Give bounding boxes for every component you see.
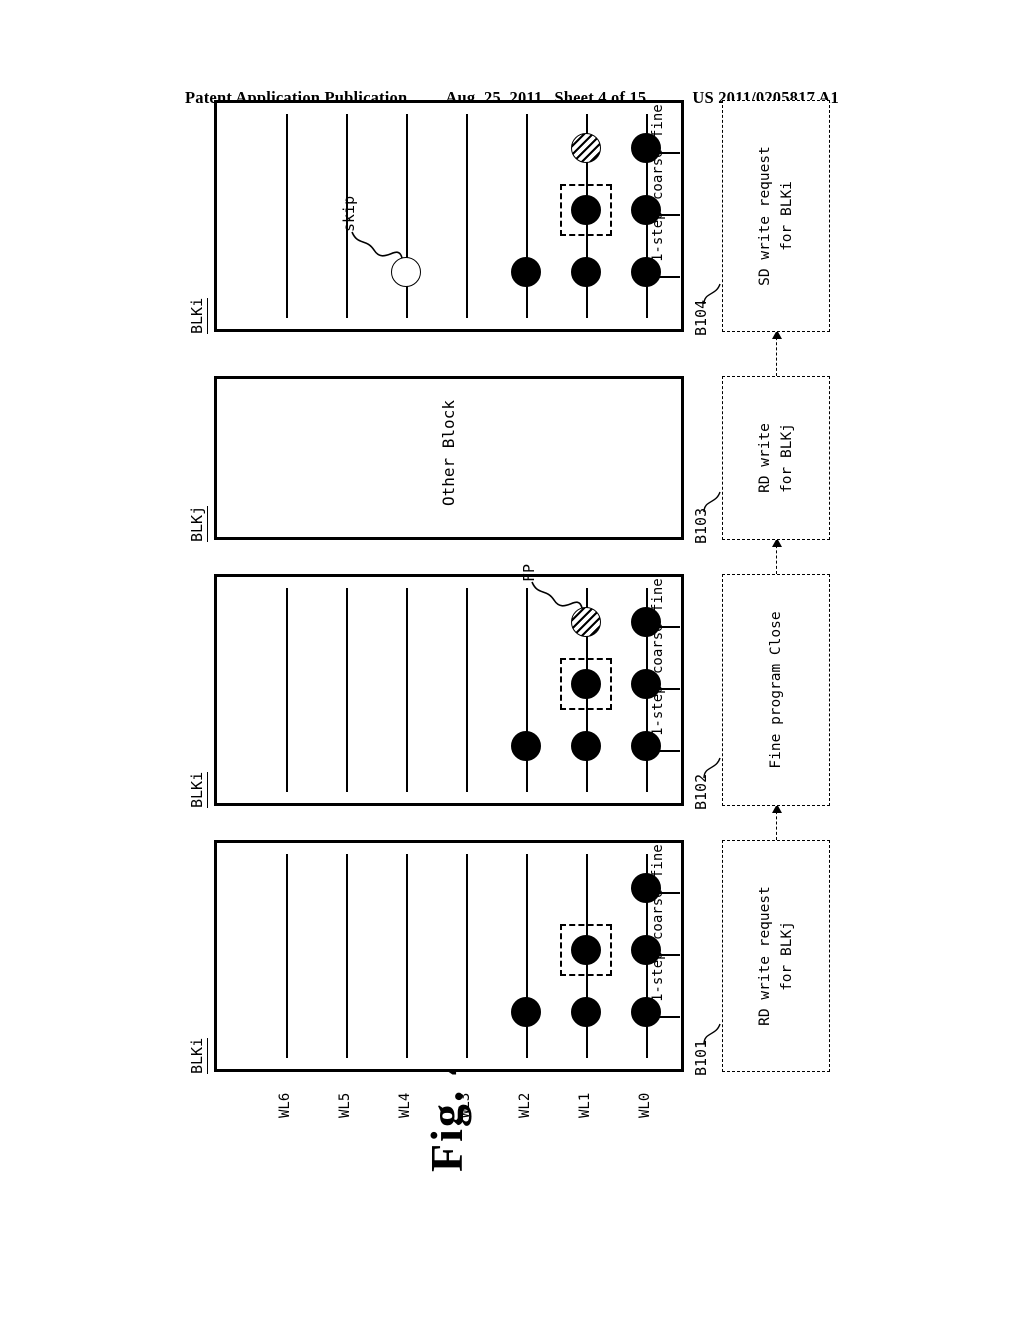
flow-box-line: RD write request xyxy=(756,886,773,1026)
block-label-1: BLKi xyxy=(188,1037,208,1074)
block-label-3: BLKj xyxy=(188,505,208,542)
figure-canvas: Fig. 4 BLKi 1-step coarse fine BLKi 1-step coa… xyxy=(162,100,862,1190)
wordline-wl4 xyxy=(406,854,408,1058)
wordline-wl5 xyxy=(346,588,348,792)
other-block-text: Other Block xyxy=(439,400,458,506)
flow-reference-leader xyxy=(703,1023,721,1045)
wordline-wl3 xyxy=(466,114,468,318)
wordline-wl3 xyxy=(466,588,468,792)
cell-dot-wl0-1step xyxy=(631,731,661,761)
wordline-wl3 xyxy=(466,854,468,1058)
cell-dot-wl1-coarse xyxy=(571,935,601,965)
wl-tick-wl2: WL2 xyxy=(517,1092,533,1118)
wl-tick-wl6: WL6 xyxy=(277,1092,293,1118)
figure-4: Fig. 4 BLKi 1-step coarse fine BLKi 1-step coa… xyxy=(162,100,862,1190)
stage-label-fine: fine xyxy=(650,844,666,878)
flow-box-b104: SD write request for BLKi xyxy=(722,100,830,332)
cell-dot-wl2-1step xyxy=(511,997,541,1027)
flow-box-b101: RD write request for BLKj xyxy=(722,840,830,1072)
cell-dot-wl0-1step xyxy=(631,257,661,287)
wordline-wl6 xyxy=(286,854,288,1058)
flow-box-line: for BLKj xyxy=(779,921,795,991)
stage-label-fine: fine xyxy=(650,578,666,612)
flow-box-b102: Fine program Close xyxy=(722,574,830,806)
wl-tick-wl4: WL4 xyxy=(397,1092,413,1118)
cell-dot-wl1-1step xyxy=(571,257,601,287)
cell-dot-wl0-fine xyxy=(631,607,661,637)
flow-box-line: for BLKi xyxy=(779,181,795,251)
cell-dot-wl0-coarse xyxy=(631,935,661,965)
cell-dot-wl0-coarse xyxy=(631,195,661,225)
wordline-wl4 xyxy=(406,588,408,792)
cell-dot-wl1-1step xyxy=(571,731,601,761)
cell-dot-wl0-1step xyxy=(631,997,661,1027)
callout-label-skip: skip xyxy=(340,195,358,232)
flow-box-line: Fine program Close xyxy=(767,611,784,769)
wl-tick-wl0: WL0 xyxy=(637,1092,653,1118)
flow-box-line: SD write request xyxy=(756,146,773,286)
flow-box-line: for BLKj xyxy=(779,423,795,493)
cell-dot-wl1-coarse xyxy=(571,669,601,699)
wl-tick-wl5: WL5 xyxy=(337,1092,353,1118)
callout-label-fp: FP xyxy=(520,563,538,582)
block-label-4: BLKi xyxy=(188,297,208,334)
flow-reference-leader xyxy=(703,491,721,513)
wl-tick-wl1: WL1 xyxy=(577,1092,593,1118)
block-panel-blki-1 xyxy=(214,840,684,1072)
flow-box-line: RD write xyxy=(756,423,773,493)
flow-connector xyxy=(772,804,782,840)
cell-dot-wl2-1step xyxy=(511,257,541,287)
flow-connector xyxy=(772,330,782,376)
flow-box-b103: RD write for BLKj xyxy=(722,376,830,540)
wordline-wl5 xyxy=(346,854,348,1058)
wordline-wl6 xyxy=(286,114,288,318)
flow-reference-leader xyxy=(703,283,721,305)
cell-dot-wl2-1step xyxy=(511,731,541,761)
wordline-wl2 xyxy=(526,114,528,318)
stage-label-fine: fine xyxy=(650,104,666,138)
flow-connector xyxy=(772,538,782,574)
flow-reference-leader xyxy=(703,757,721,779)
cell-dot-wl0-coarse xyxy=(631,669,661,699)
block-label-2: BLKi xyxy=(188,771,208,808)
wl-tick-wl3: WL3 xyxy=(457,1092,473,1118)
cell-dot-wl0-fine xyxy=(631,873,661,903)
block-panel-blki-4 xyxy=(214,100,684,332)
cell-dot-wl1-fine xyxy=(571,133,601,163)
block-panel-blki-2 xyxy=(214,574,684,806)
cell-dot-wl0-fine xyxy=(631,133,661,163)
cell-dot-wl1-coarse xyxy=(571,195,601,225)
wordline-wl6 xyxy=(286,588,288,792)
cell-dot-wl1-1step xyxy=(571,997,601,1027)
wordline-wl2 xyxy=(526,854,528,1058)
